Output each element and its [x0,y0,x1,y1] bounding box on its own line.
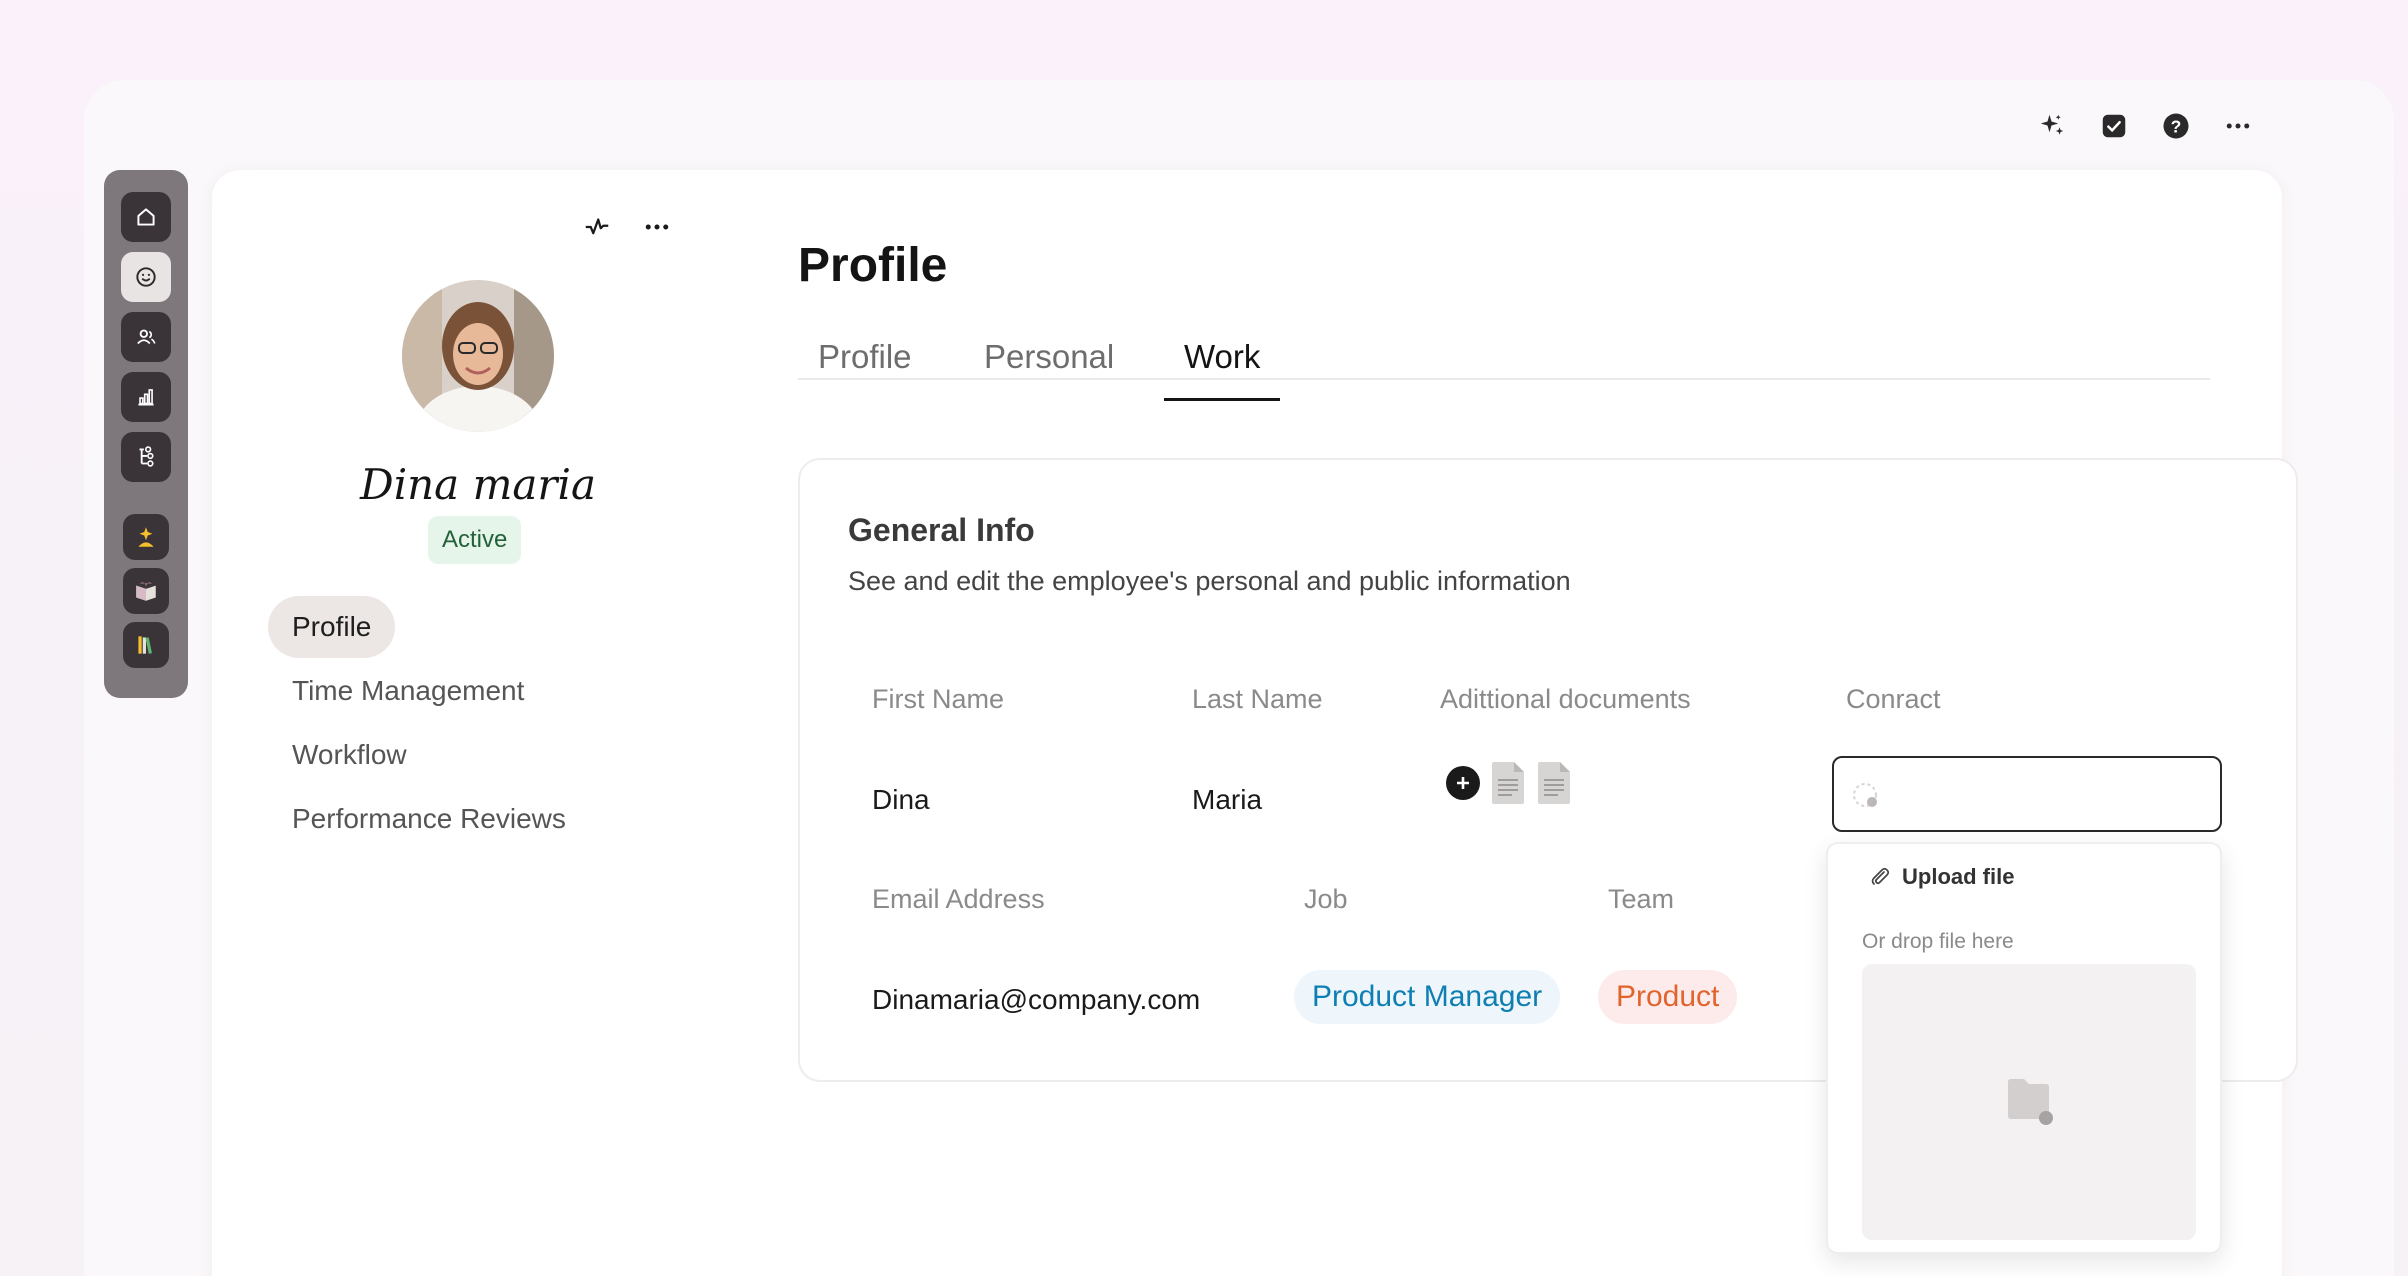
side-nav-profile[interactable]: Profile [268,596,396,658]
person-name: Dina maria [360,460,596,509]
top-toolbar: ? [2036,110,2254,142]
email-value[interactable]: Dinamaria@company.com [872,984,1200,1016]
documents-label: Adittional documents [1440,684,1691,714]
plus-icon [1457,777,1469,789]
contract-label: Conract [1846,684,1941,714]
upload-file-button[interactable]: Upload file [1868,864,2014,890]
paperclip-icon [1871,867,1890,885]
chart-icon[interactable] [121,372,171,422]
book-icon[interactable] [123,568,169,614]
last-name-label: Last Name [1192,684,1323,714]
file-upload-icon [1853,783,1877,807]
drop-zone[interactable] [1862,964,2196,1240]
people-icon[interactable] [121,312,171,362]
status-badge: Active [428,516,522,564]
page-title: Profile [798,239,948,292]
section-description: See and edit the employee's personal and… [848,566,1571,596]
tab-profile[interactable]: Profile [798,338,932,398]
home-icon[interactable] [121,192,171,242]
avatar [402,280,554,432]
library-icon[interactable] [123,622,169,668]
tab-work[interactable]: Work [1164,338,1281,401]
drop-hint: Or drop file here [1862,930,2014,953]
team-badge[interactable]: Product [1598,970,1738,1024]
side-nav-workflow[interactable]: Workflow [268,724,431,786]
team-label: Team [1608,884,1675,914]
upload-dropdown: Upload file Or drop file here [1826,842,2222,1254]
side-nav-time-management[interactable]: Time Management [268,660,548,722]
add-document-button[interactable] [1446,766,1480,800]
svg-text:?: ? [2171,116,2182,136]
last-name-value[interactable]: Maria [1192,784,1262,816]
hierarchy-icon[interactable] [121,432,171,482]
more-icon[interactable] [642,212,672,242]
email-label: Email Address [872,884,1045,914]
profile-side-nav: Profile Time Management Workflow Perform… [268,596,590,852]
section-title: General Info [848,512,1035,548]
left-rail [104,170,188,698]
side-nav-performance-reviews[interactable]: Performance Reviews [268,788,590,850]
activity-icon[interactable] [582,212,612,242]
job-badge[interactable]: Product Manager [1294,970,1561,1024]
tab-personal[interactable]: Personal [964,338,1134,398]
profile-tools [582,212,672,242]
upload-file-label: Upload file [1902,864,2015,889]
help-icon[interactable]: ? [2160,110,2192,142]
job-label: Job [1304,884,1348,914]
smile-icon[interactable] [121,252,171,302]
person-star-icon[interactable] [123,514,169,560]
document-icon[interactable] [1490,760,1526,806]
more-icon[interactable] [2222,110,2254,142]
first-name-label: First Name [872,684,1005,714]
contract-file-input[interactable] [1832,756,2222,832]
check-square-icon[interactable] [2098,110,2130,142]
document-icon[interactable] [1536,760,1572,806]
sparkles-icon[interactable] [2036,110,2068,142]
folder-upload-icon [2008,1079,2053,1125]
first-name-value[interactable]: Dina [872,784,930,816]
tab-bar: Profile Personal Work [798,338,2210,401]
